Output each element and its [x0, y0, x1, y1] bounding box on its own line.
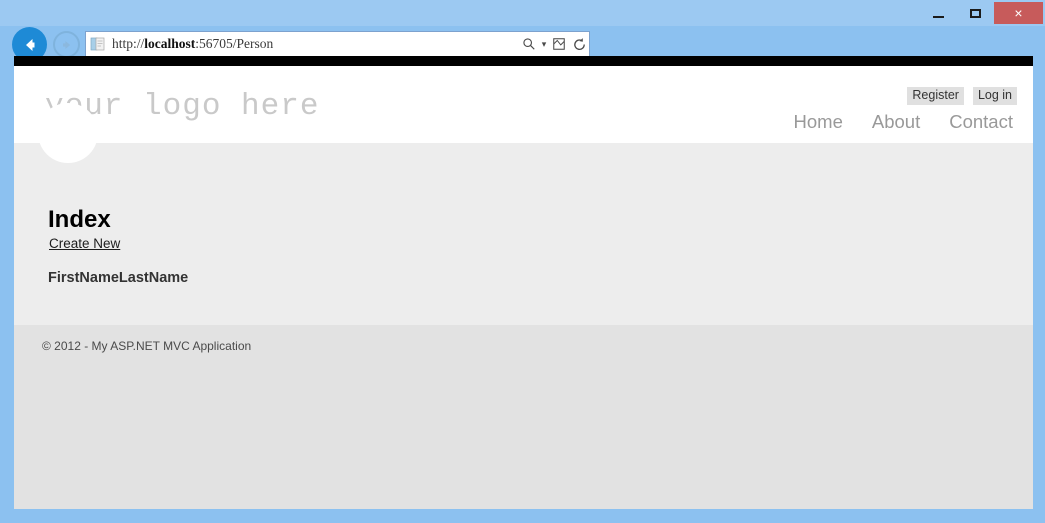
minimize-button[interactable] — [920, 2, 957, 24]
back-arrow-icon — [25, 38, 34, 51]
forward-button[interactable] — [53, 31, 80, 58]
close-icon: × — [1014, 5, 1023, 21]
auth-links: Register Log in — [907, 87, 1017, 105]
chevron-down-icon[interactable]: ▾ — [539, 33, 549, 55]
table-header-row: FirstName LastName — [48, 270, 188, 286]
browser-navigation-bar: http://localhost:56705/Person ▾ — [0, 26, 1045, 82]
chrome-separator-bar — [14, 56, 1033, 66]
page-document-icon — [90, 37, 105, 51]
page-title: Index — [48, 206, 111, 234]
table-column-lastname: LastName — [118, 270, 189, 286]
compatibility-view-icon[interactable] — [549, 33, 569, 55]
table-column-firstname: FirstName — [48, 270, 119, 286]
title-bar: × — [0, 0, 1045, 26]
site-header: your logo here Register Log in Home Abou… — [14, 66, 1033, 143]
address-bar[interactable]: http://localhost:56705/Person ▾ — [85, 31, 590, 57]
footer-copyright: © 2012 - My ASP.NET MVC Application — [42, 339, 252, 353]
magnifier-icon — [523, 38, 535, 50]
broken-page-icon — [553, 38, 565, 50]
nav-link-home[interactable]: Home — [794, 111, 843, 133]
url-text[interactable]: http://localhost:56705/Person — [106, 36, 519, 52]
create-new-link[interactable]: Create New — [49, 236, 120, 251]
close-button[interactable]: × — [994, 2, 1043, 24]
main-navigation: Home About Contact — [794, 111, 1013, 133]
header-decorative-circle — [38, 103, 98, 163]
internet-explorer-window: × http://localhost:56705/Person ▾ your l… — [0, 0, 1045, 523]
window-controls: × — [920, 2, 1043, 24]
refresh-icon[interactable] — [569, 33, 589, 55]
maximize-button[interactable] — [957, 2, 994, 24]
minimize-icon — [933, 15, 944, 18]
main-content: Index Create New FirstName LastName — [14, 143, 1033, 325]
site-footer: © 2012 - My ASP.NET MVC Application — [14, 325, 1033, 509]
search-icon[interactable] — [519, 33, 539, 55]
forward-arrow-icon — [62, 40, 70, 49]
login-link[interactable]: Log in — [972, 87, 1017, 105]
refresh-arrow-icon — [573, 37, 585, 50]
nav-link-about[interactable]: About — [872, 111, 920, 133]
maximize-icon — [970, 8, 981, 18]
page-viewport: your logo here Register Log in Home Abou… — [14, 66, 1033, 509]
register-link[interactable]: Register — [907, 87, 964, 105]
nav-link-contact[interactable]: Contact — [949, 111, 1013, 133]
